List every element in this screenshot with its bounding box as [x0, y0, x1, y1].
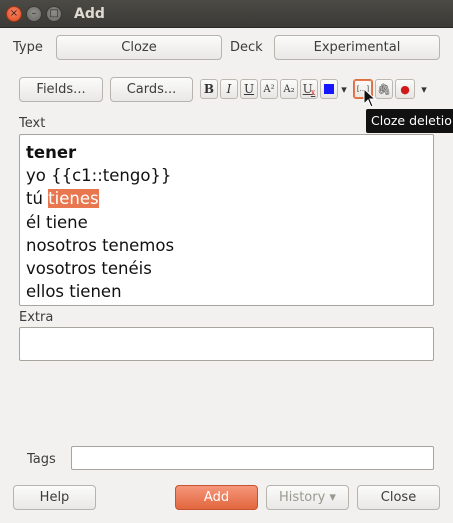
more-options-icon[interactable]: ▾ — [417, 79, 431, 99]
text-line-prefix: tú — [26, 189, 49, 209]
text-line: él tiene — [26, 212, 88, 232]
color-swatch-icon — [324, 84, 334, 94]
text-line: vosotros tenéis — [26, 259, 152, 279]
maximize-window-icon[interactable]: □ — [46, 6, 62, 22]
subscript-button[interactable]: A₂ — [280, 79, 298, 99]
fields-button[interactable]: Fields... — [19, 77, 103, 102]
history-button[interactable]: History ▾ — [266, 485, 349, 510]
text-line: tener — [26, 143, 77, 162]
cloze-tooltip: Cloze deletion (Ctrl+Shift+C) — [366, 109, 453, 133]
color-dropdown-icon[interactable]: ▾ — [338, 79, 350, 99]
close-button[interactable]: Close — [357, 485, 440, 510]
clear-x-icon: x — [310, 87, 316, 97]
close-window-icon[interactable]: × — [6, 6, 22, 22]
deck-button[interactable]: Experimental — [274, 35, 440, 60]
tags-input[interactable] — [71, 446, 434, 470]
minimize-window-icon[interactable]: – — [26, 6, 42, 22]
deck-label: Deck — [230, 40, 263, 55]
title-bar: × – □ Add — [0, 0, 453, 28]
help-button[interactable]: Help — [13, 485, 96, 510]
attach-icon[interactable]: 🖇 — [375, 79, 393, 99]
type-label: Type — [13, 40, 43, 55]
italic-button[interactable]: I — [220, 79, 238, 99]
text-line: ellos tienen — [26, 282, 122, 302]
window-title: Add — [74, 6, 105, 22]
text-field-content: tener yo {{c1::tengo}} tú tienes él tien… — [26, 141, 174, 303]
superscript-button[interactable]: A² — [260, 79, 278, 99]
text-field-editor[interactable]: tener yo {{c1::tengo}} tú tienes él tien… — [19, 134, 434, 306]
text-line: tú tienes — [26, 187, 174, 210]
text-line: yo {{c1::tengo}} — [26, 166, 172, 186]
clear-format-button[interactable]: Ux — [300, 79, 318, 99]
record-audio-icon[interactable]: ● — [395, 79, 415, 99]
cards-button[interactable]: Cards... — [110, 77, 193, 102]
mouse-cursor-icon — [363, 88, 377, 108]
add-button[interactable]: Add — [175, 485, 258, 510]
text-color-button[interactable] — [320, 79, 338, 99]
tags-label: Tags — [27, 452, 56, 467]
selected-text: tienes — [48, 189, 99, 209]
note-type-button[interactable]: Cloze — [56, 35, 222, 60]
extra-field-editor[interactable] — [19, 327, 434, 361]
extra-field-label: Extra — [19, 310, 54, 325]
text-field-label: Text — [19, 116, 46, 131]
underline-button[interactable]: U — [240, 79, 258, 99]
bold-button[interactable]: B — [200, 79, 218, 99]
text-line: nosotros tenemos — [26, 235, 175, 255]
